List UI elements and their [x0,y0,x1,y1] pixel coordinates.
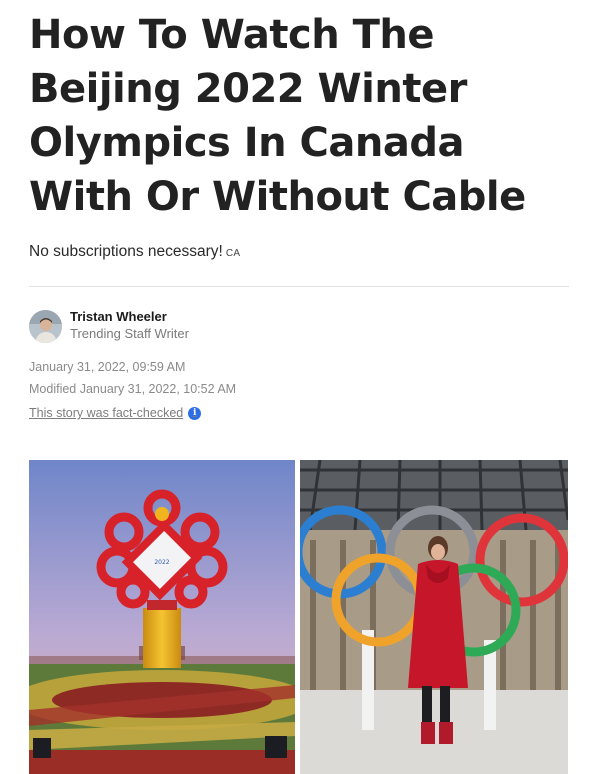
modified-date: Modified January 31, 2022, 10:52 AM [29,382,237,396]
info-icon[interactable]: i [188,406,202,420]
avatar[interactable] [29,310,62,343]
fact-check-label[interactable]: This story was fact-checked [29,406,183,420]
published-date: January 31, 2022, 09:59 AM [29,360,186,374]
article-dek: No subscriptions necessary! CA [29,243,240,261]
region-tag: CA [225,248,241,259]
divider [29,286,569,287]
dek-text: No subscriptions necessary! [29,243,223,260]
article-headline: How To Watch The Beijing 2022 Winter Oly… [29,12,526,220]
fact-check-link[interactable]: This story was fact-checked i [29,406,202,420]
author-role: Trending Staff Writer [70,326,189,341]
svg-text:2022: 2022 [154,559,169,566]
beijing-chinese-knot-monument-photo: 2022 [29,460,295,774]
woman-in-red-coat-olympic-rings-photo [300,460,568,774]
author-name[interactable]: Tristan Wheeler [70,309,167,324]
